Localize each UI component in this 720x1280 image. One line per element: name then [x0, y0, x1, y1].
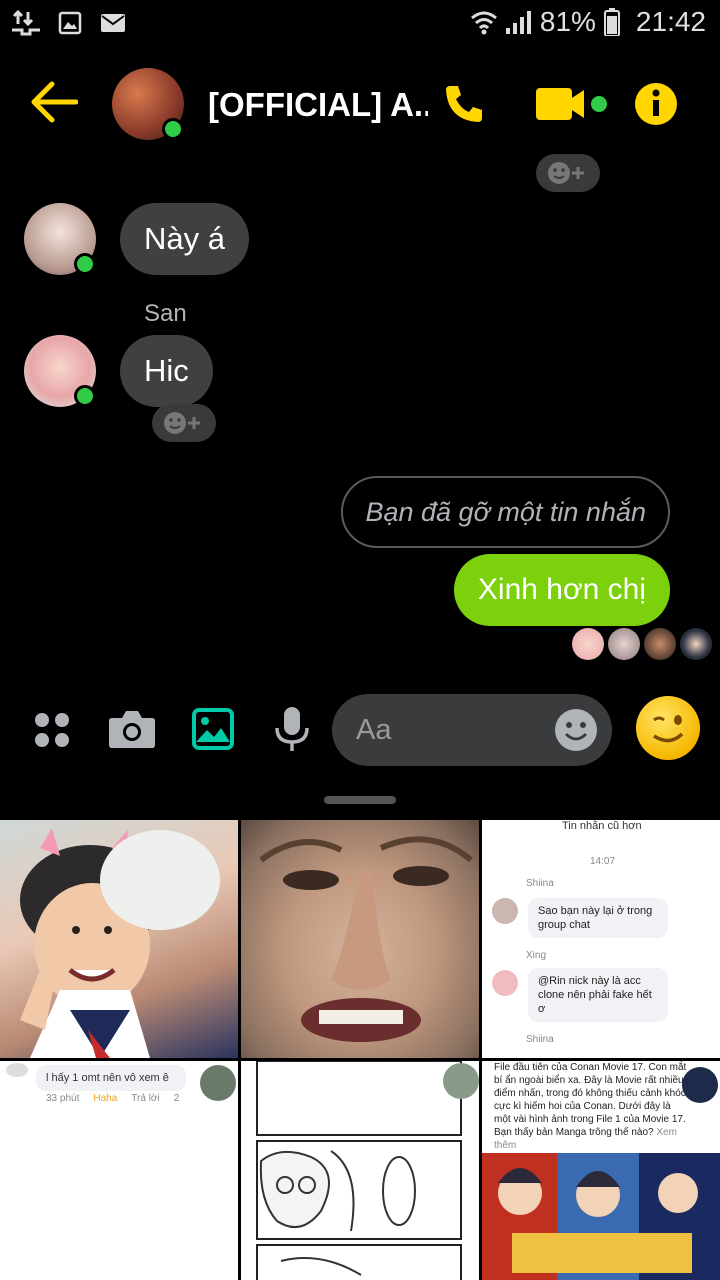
- message-bubble-sent[interactable]: Xinh hơn chị: [453, 554, 670, 626]
- seen-avatar: [608, 628, 640, 660]
- gallery-screenshot[interactable]: File đầu tiên của Conan Movie 17. Con mắ…: [482, 1061, 720, 1280]
- seen-avatar: [644, 628, 676, 660]
- message-input-placeholder: Aa: [356, 714, 392, 746]
- sender-name: San: [144, 300, 187, 327]
- battery-percent: 81%: [539, 6, 596, 37]
- clock: 21:42: [635, 6, 706, 37]
- message-bubble[interactable]: Hic: [120, 335, 213, 407]
- comment-actions: 33 phút Haha Trả lời 2: [46, 1093, 179, 1104]
- avatar: [492, 898, 518, 924]
- online-indicator: [74, 253, 96, 275]
- photo-content: [20, 828, 220, 1058]
- more-apps-icon[interactable]: [32, 710, 72, 750]
- sender-avatar[interactable]: [24, 203, 96, 275]
- photo-content: [259, 836, 473, 1042]
- data-transfer-icon: [12, 10, 40, 36]
- back-arrow-icon[interactable]: [30, 80, 78, 124]
- gallery-photo[interactable]: [241, 820, 479, 1058]
- older-messages-label: Tin nhắn cũ hơn: [562, 820, 642, 832]
- emoji-icon[interactable]: [554, 708, 598, 752]
- avatar: [492, 970, 518, 996]
- comment-age: 33 phút: [46, 1093, 80, 1104]
- comment-reaction: Haha: [93, 1093, 118, 1104]
- status-bar: 81% 21:42: [0, 0, 720, 48]
- gallery-screenshot[interactable]: l hấy 1 omt nên vô xem ê 33 phút Haha Tr…: [0, 1061, 238, 1280]
- conversation-header: [OFFICIAL] A...: [0, 52, 720, 156]
- timestamp: 14:07: [590, 856, 616, 867]
- avatar: [200, 1065, 236, 1101]
- avatar: [682, 1067, 718, 1103]
- manga-collage: [482, 1153, 720, 1280]
- battery-icon: [603, 8, 620, 36]
- conversation-title[interactable]: [OFFICIAL] A...: [208, 86, 428, 124]
- signal-icon: [505, 11, 531, 34]
- sender-name: Shiina: [526, 878, 554, 889]
- wifi-icon: [470, 11, 497, 35]
- add-reaction-button[interactable]: [536, 154, 600, 192]
- message-composer: Aa: [0, 690, 720, 770]
- avatar: [6, 1063, 28, 1077]
- smiley-plus-icon: [548, 162, 584, 184]
- phone-call-icon[interactable]: [442, 82, 486, 126]
- manga-content: [256, 1061, 479, 1280]
- gallery-screenshot[interactable]: Tin nhắn cũ hơn 14:07 Shiina Sao bạn này…: [482, 820, 720, 1058]
- reaction-count: 2: [173, 1093, 180, 1104]
- add-reaction-button[interactable]: [152, 404, 216, 442]
- mail-icon: [101, 14, 125, 32]
- comment-text: l hấy 1 omt nên vô xem ê: [36, 1065, 186, 1091]
- gallery-manga[interactable]: [241, 1061, 479, 1280]
- online-indicator: [162, 118, 184, 140]
- comment-reply: Trả lời: [131, 1093, 160, 1104]
- chat-message: @Rin nick này là acc clone nên phải fake…: [528, 968, 668, 1022]
- video-call-icon[interactable]: [536, 86, 610, 122]
- seen-avatar: [572, 628, 604, 660]
- wink-face-drawing: [653, 715, 684, 743]
- message-bubble[interactable]: Này á: [120, 203, 249, 275]
- chat-message: Sao bạn này lại ở trong group chat: [528, 898, 668, 938]
- group-avatar[interactable]: [112, 68, 184, 140]
- wink-emoji-icon[interactable]: [636, 696, 700, 760]
- microphone-icon[interactable]: [274, 706, 310, 752]
- sender-name: Xing: [526, 950, 547, 961]
- camera-icon[interactable]: [108, 708, 156, 750]
- message-input[interactable]: Aa: [332, 694, 612, 766]
- removed-message[interactable]: Bạn đã gỡ một tin nhắn: [341, 476, 670, 548]
- gallery-photo[interactable]: [0, 820, 238, 1058]
- gallery-drag-handle[interactable]: [324, 796, 396, 804]
- gallery-icon[interactable]: [192, 708, 234, 750]
- photo-gallery: Tin nhắn cũ hơn 14:07 Shiina Sao bạn này…: [0, 820, 720, 1280]
- post-text: File đầu tiên của Conan Movie 17. Con mắ…: [494, 1061, 690, 1152]
- smiley-plus-icon: [164, 412, 200, 434]
- online-indicator: [74, 385, 96, 407]
- info-icon[interactable]: [634, 82, 678, 126]
- seen-avatar: [680, 628, 712, 660]
- sender-avatar[interactable]: [24, 335, 96, 407]
- sender-name: Shiina: [526, 1034, 554, 1045]
- seen-by-avatars[interactable]: [572, 628, 712, 660]
- image-icon: [58, 11, 82, 35]
